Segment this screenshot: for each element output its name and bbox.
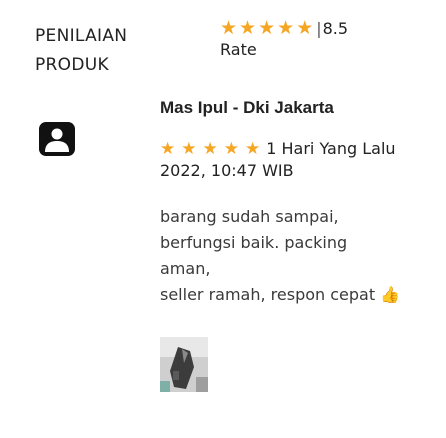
star-icon: ★ xyxy=(160,139,176,159)
rating-score: 8.5 xyxy=(322,18,349,38)
rating-label: Rate xyxy=(220,40,257,59)
review-line: berfungsi baik. packing xyxy=(160,233,348,252)
review-meta: ★ ★ ★ ★ ★ 1 Hari Yang Lalu 2022, 10:47 W… xyxy=(160,138,420,182)
reviewer-name: Mas Ipul - Dki Jakarta xyxy=(160,98,334,117)
review-line: aman, xyxy=(160,259,211,278)
review-line: barang sudah sampai, xyxy=(160,207,339,226)
section-title: PENILAIAN PRODUK xyxy=(35,26,128,75)
product-reviews-section: PENILAIAN PRODUK ★ ★ ★ ★ ★ | 8.5 Rate Ma… xyxy=(0,0,446,438)
user-avatar-icon xyxy=(39,122,75,156)
rating-separator: | xyxy=(316,18,322,38)
star-icon: ★ xyxy=(245,139,261,159)
thumbs-up-icon: 👍 xyxy=(380,285,401,304)
review-line: seller ramah, respon cepat 👍 xyxy=(160,282,440,308)
review-stars: ★ ★ ★ ★ ★ xyxy=(160,141,266,158)
star-icon: ★ xyxy=(220,16,238,39)
star-icon: ★ xyxy=(239,16,257,39)
review-photo-thumbnail[interactable] xyxy=(160,337,208,392)
rating-summary: ★ ★ ★ ★ ★ | 8.5 Rate xyxy=(220,17,348,59)
star-icon: ★ xyxy=(277,16,295,39)
star-icon: ★ xyxy=(223,139,239,159)
star-icon: ★ xyxy=(181,139,197,159)
review-text: barang sudah sampai, berfungsi baik. pac… xyxy=(160,204,440,308)
star-icon: ★ xyxy=(258,16,276,39)
rating-stars: ★ ★ ★ ★ ★ xyxy=(220,16,315,39)
review-line-text: seller ramah, respon cepat xyxy=(160,285,376,304)
star-icon: ★ xyxy=(202,139,218,159)
star-icon: ★ xyxy=(296,16,314,39)
